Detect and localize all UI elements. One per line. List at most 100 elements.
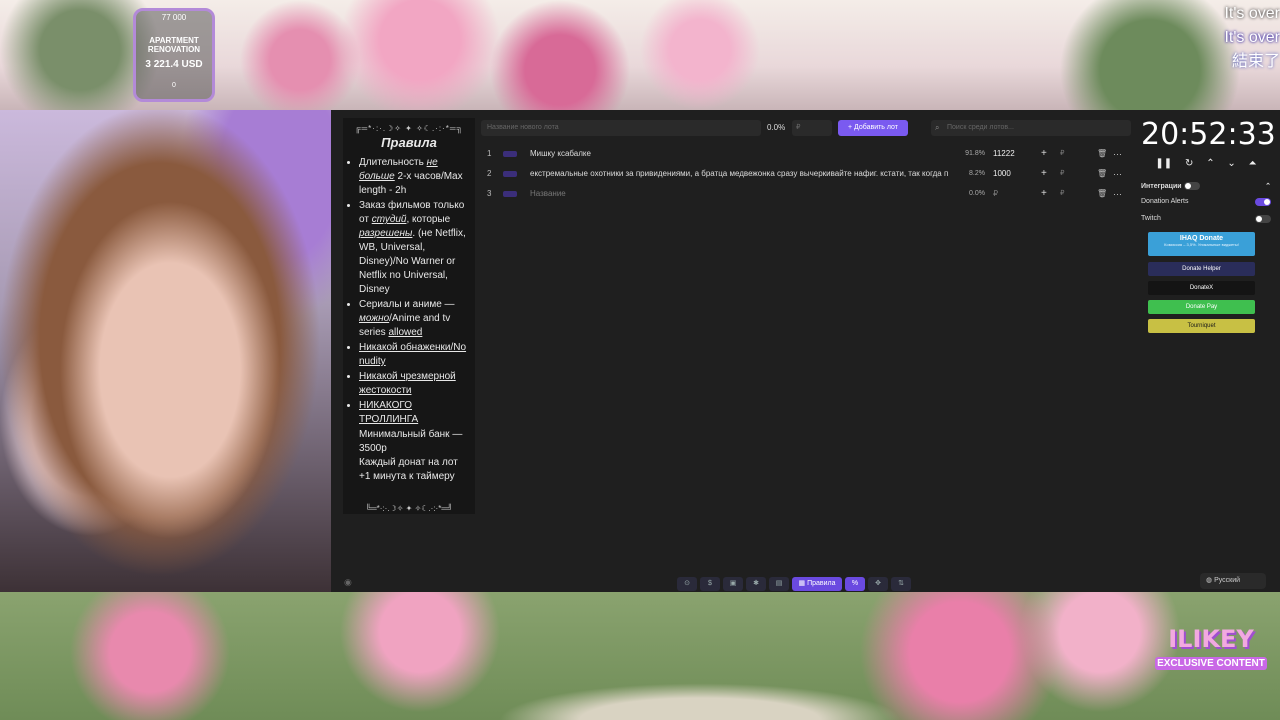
eye-icon[interactable]: ◉ — [344, 577, 352, 588]
lot-currency: ₽ — [1060, 190, 1065, 197]
lot-amount[interactable]: 11222 — [993, 144, 1015, 164]
rule-item: Заказ фильмов только от студий, которые … — [359, 199, 471, 297]
lot-currency: ₽ — [1060, 170, 1065, 177]
language-label: Русский — [1214, 577, 1241, 584]
dollar-icon[interactable]: $ — [700, 577, 720, 591]
integrations-title: Интеграции — [1141, 182, 1200, 190]
integrations-title-text: Интеграции — [1141, 182, 1182, 190]
rules-title: Правила — [381, 135, 437, 150]
bottom-toolbar: ⊙ $ ▣ ✱ ▤ ▦ Правила % ✥ ⇅ — [677, 577, 911, 591]
new-lot-percent: 0.0% — [767, 123, 786, 132]
badge-subtitle: EXCLUSIVE CONTENT — [1155, 657, 1267, 670]
more-icon[interactable]: ⋯ — [1113, 184, 1122, 204]
pause-icon[interactable]: ❚❚ — [1155, 158, 1172, 169]
donatex-button[interactable]: DonateX — [1148, 281, 1255, 295]
rule-item: Длительность не больше 2-х часов/Max len… — [359, 156, 471, 198]
rule-underline: Никакой обнаженки/No nudity — [359, 342, 467, 367]
lot-color-swatch[interactable] — [503, 151, 517, 157]
add-lot-button[interactable]: + Добавить лот — [838, 120, 908, 136]
lot-toolbar: Название нового лота 0.0% ₽ + Добавить л… — [481, 120, 1131, 136]
rules-deco-bottom: ╚═*·:·.☽✧ ✦ ✧☾.·:·*═╝ — [365, 504, 453, 513]
lot-row: 3 Название 0.0% ₽ + ₽ 🗑 ⋯ — [481, 184, 1131, 204]
window-icon[interactable]: ▣ — [723, 577, 743, 591]
chevron-up-icon[interactable]: ⌃ — [1265, 182, 1271, 190]
bug-icon[interactable]: ✱ — [746, 577, 766, 591]
donation-alerts-toggle[interactable] — [1255, 197, 1271, 206]
delete-icon[interactable]: 🗑 — [1097, 184, 1107, 204]
lots-list: 1 Мишку ксабалке 91.8% 11222 + ₽ 🗑 ⋯ 2 е… — [481, 144, 1131, 204]
github-icon[interactable]: ⊙ — [677, 577, 697, 591]
donate-pay-button[interactable]: Donate Pay — [1148, 300, 1255, 314]
goal-start: 0 — [172, 82, 176, 89]
lot-amount-input[interactable]: ₽ — [993, 184, 998, 204]
lot-name-input[interactable]: екстремальные охотники за привидениями, … — [530, 164, 956, 184]
lot-currency: ₽ — [1060, 150, 1065, 157]
rule-underline: Никакой чрезмерной жестокости — [359, 371, 456, 396]
goal-amount: 3 221.4 USD — [145, 59, 203, 70]
integration-donation-alerts: Donation Alerts — [1141, 193, 1271, 210]
donation-alerts-label: Donation Alerts — [1141, 198, 1189, 205]
rule-text: Сериалы и аниме — — [359, 299, 455, 310]
delete-icon[interactable]: 🗑 — [1097, 164, 1107, 184]
lot-color-swatch[interactable] — [503, 171, 517, 177]
twitch-label: Twitch — [1141, 215, 1161, 222]
tab-rules[interactable]: ▦ Правила — [792, 577, 842, 591]
ihaq-label: IHAQ Donate — [1179, 235, 1224, 242]
chevron-up-icon[interactable]: ⌃ — [1206, 158, 1214, 169]
twitch-toggle[interactable] — [1255, 214, 1271, 223]
lot-percent: 0.0% — [969, 190, 985, 197]
lot-amount[interactable]: 1000 — [993, 164, 1011, 184]
rule-underline: НИКАКОГО ТРОЛЛИНГА — [359, 400, 419, 425]
goal-name: APARTMENT RENOVATION — [147, 36, 201, 54]
search-placeholder: Поиск среди лотов... — [947, 124, 1014, 131]
add-amount-icon[interactable]: + — [1041, 164, 1047, 184]
search-icon: ⌕ — [935, 123, 940, 132]
integration-twitch: Twitch — [1141, 210, 1271, 227]
lot-percent: 91.8% — [965, 150, 985, 157]
sort-icon[interactable]: ⇅ — [891, 577, 911, 591]
lot-name-input[interactable]: Название — [530, 184, 956, 204]
lot-row: 2 екстремальные охотники за привидениями… — [481, 164, 1131, 184]
rules-deco-top: ╔═*·:·.☽✧ ✦ ✧☾.·:·*═╗ — [354, 124, 464, 133]
badge-title: ILIKEY — [1168, 625, 1254, 653]
lot-color-swatch[interactable] — [503, 191, 517, 197]
reset-icon[interactable]: ↻ — [1185, 158, 1193, 169]
ihaq-donate-button[interactable]: IHAQ Donate Комиссия – 3,5%. Уникальные … — [1148, 232, 1255, 256]
lot-name-input[interactable]: Мишку ксабалке — [530, 144, 956, 164]
rule-item: НИКАКОГО ТРОЛЛИНГА — [359, 399, 471, 427]
chart-icon[interactable]: ▤ — [769, 577, 789, 591]
move-icon[interactable]: ✥ — [868, 577, 888, 591]
integrations-toggle[interactable] — [1183, 182, 1200, 190]
subtitles: It's over It's over 結束了 — [1224, 2, 1280, 74]
lot-number: 1 — [487, 149, 492, 158]
language-select[interactable]: ◍ Русский — [1200, 573, 1266, 589]
search-input[interactable]: ⌕ Поиск среди лотов... — [931, 120, 1131, 136]
timer-controls: ❚❚ ↻ ⌃ ⌄ ⏶ — [1141, 152, 1271, 169]
tourniquet-button[interactable]: Tourniquet — [1148, 319, 1255, 333]
percent-icon[interactable]: % — [845, 577, 865, 591]
rule-emphasis: разрешены — [359, 228, 413, 239]
rule-underline: allowed — [388, 327, 423, 338]
subtitle-line: It's over — [1224, 29, 1280, 46]
background-bottom — [0, 592, 1280, 720]
rule-text: Длительность — [359, 157, 427, 168]
add-amount-icon[interactable]: + — [1041, 184, 1047, 204]
new-lot-input[interactable]: Название нового лота — [481, 120, 761, 136]
new-lot-amount-input[interactable]: ₽ — [792, 120, 832, 136]
more-icon[interactable]: ⋯ — [1113, 144, 1122, 164]
donate-helper-button[interactable]: Donate Helper — [1148, 262, 1255, 276]
more-icon[interactable]: ⋯ — [1113, 164, 1122, 184]
add-amount-icon[interactable]: + — [1041, 144, 1047, 164]
goal-widget: 77 000 APARTMENT RENOVATION 3 221.4 USD … — [133, 8, 215, 102]
integrations-header[interactable]: Интеграции ⌃ — [1141, 179, 1271, 193]
rules-list: Длительность не больше 2-х часов/Max len… — [359, 156, 471, 427]
rule-emphasis: можно — [359, 313, 390, 324]
chevron-down-icon[interactable]: ⌄ — [1227, 158, 1235, 169]
ilikey-badge: ILIKEY EXCLUSIVE CONTENT — [1146, 625, 1276, 687]
lot-number: 2 — [487, 169, 492, 178]
lot-number: 3 — [487, 189, 492, 198]
delete-icon[interactable]: 🗑 — [1097, 144, 1107, 164]
double-chevron-up-icon[interactable]: ⏶ — [1249, 158, 1257, 169]
subtitle-line: It's over — [1224, 5, 1280, 22]
rules-panel: ╔═*·:·.☽✧ ✦ ✧☾.·:·*═╗ Правила Длительнос… — [343, 118, 475, 514]
